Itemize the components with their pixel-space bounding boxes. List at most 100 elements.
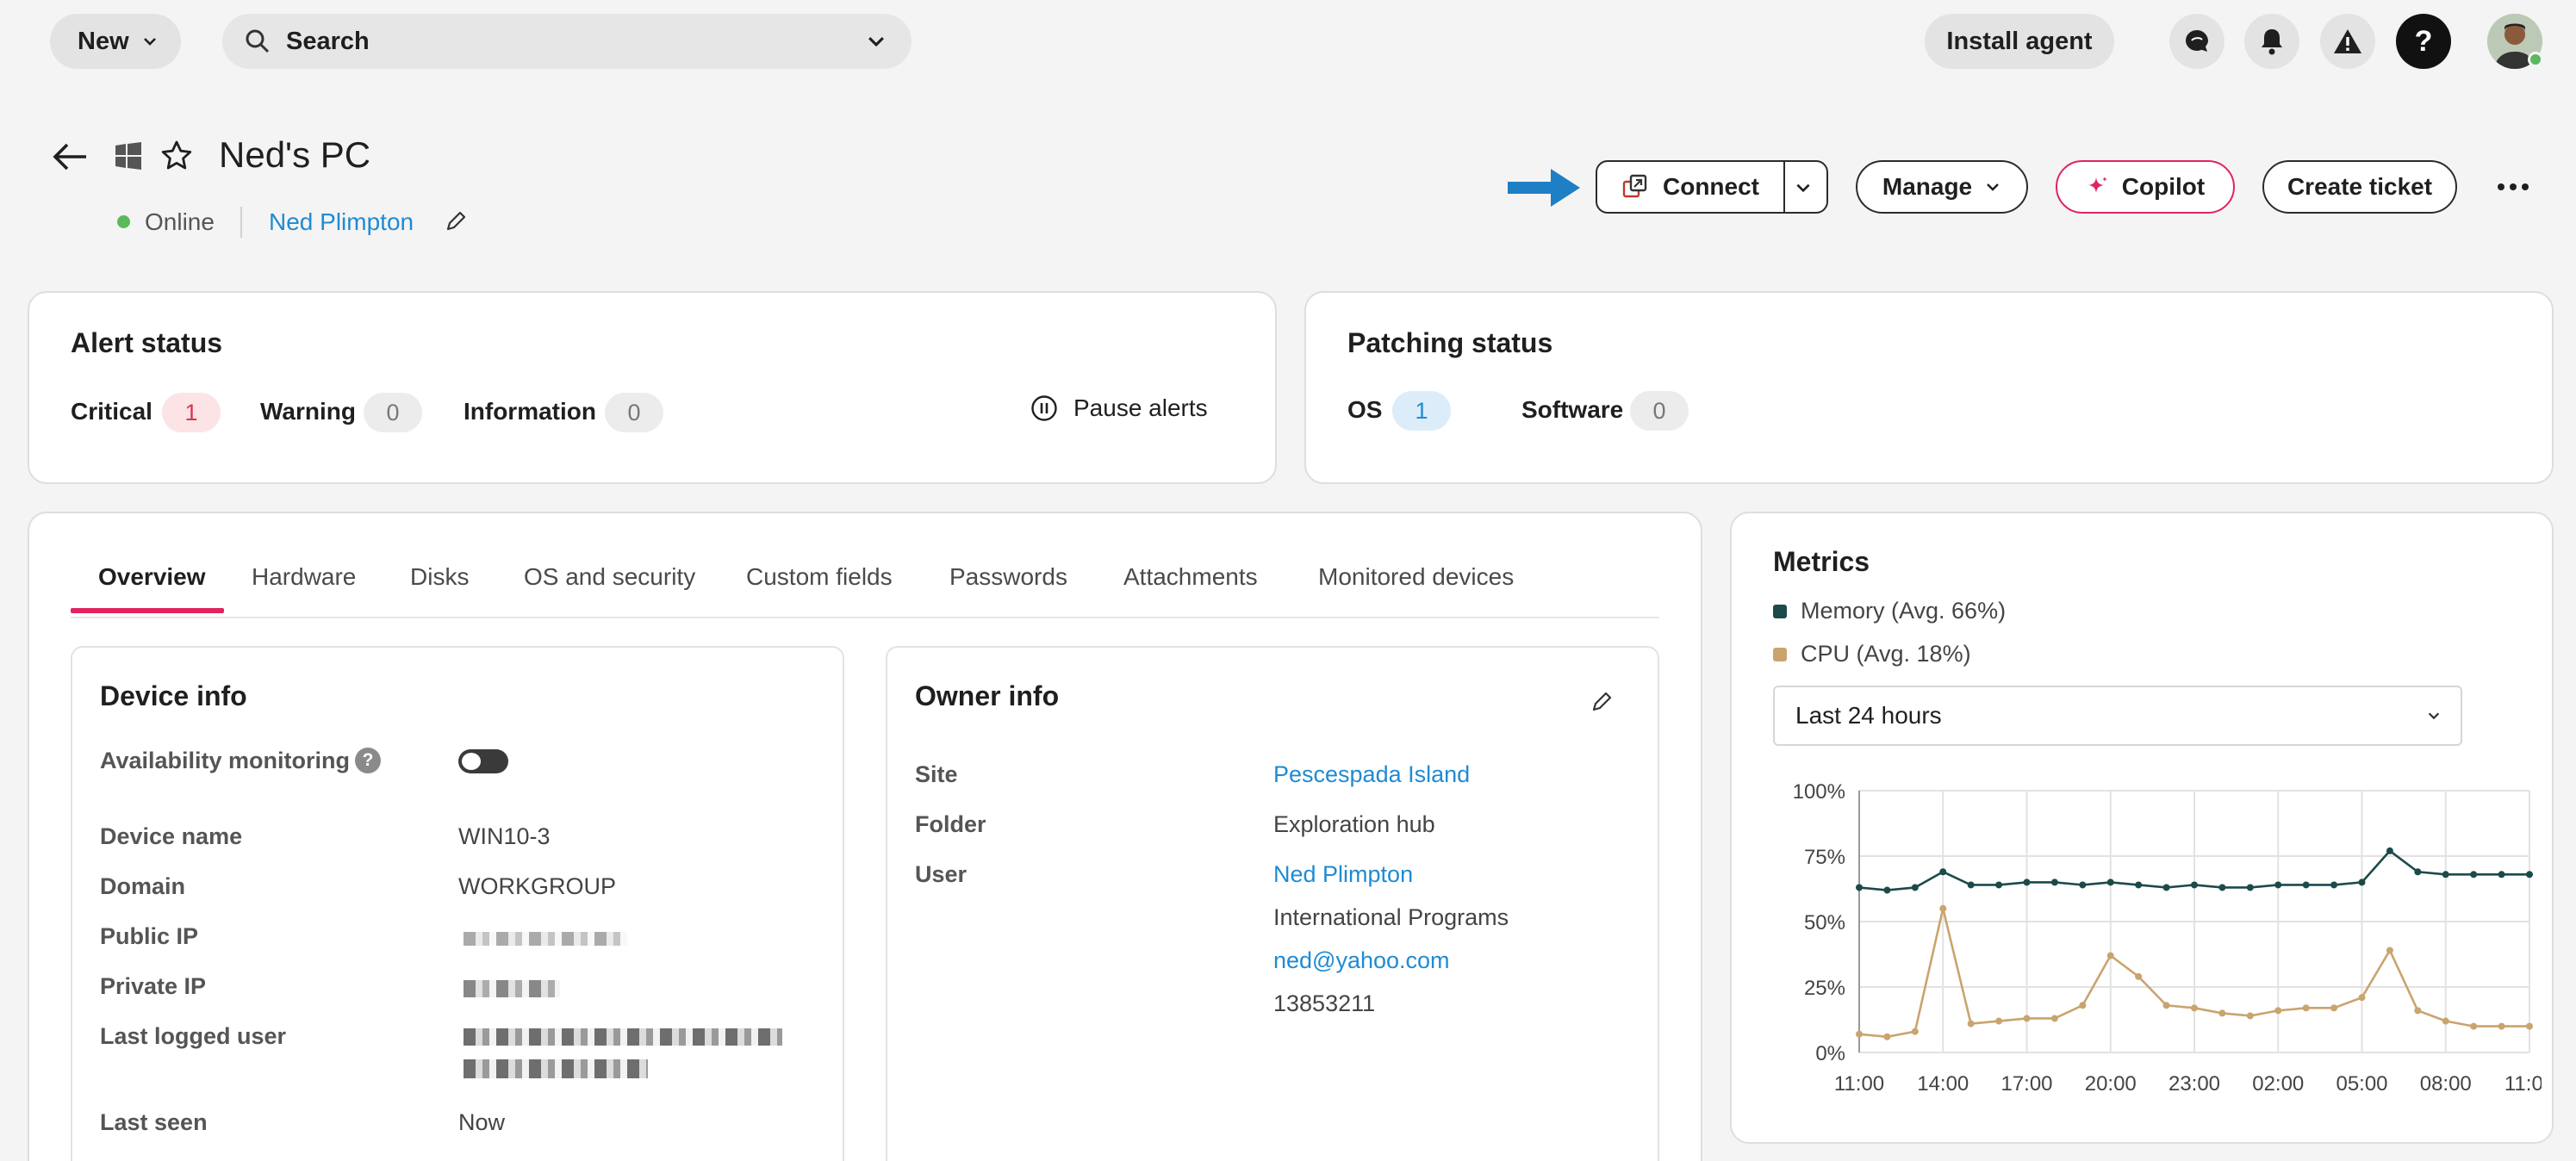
- manage-button[interactable]: Manage: [1856, 160, 2028, 214]
- data-point-cpu: [1856, 1030, 1863, 1038]
- data-point-cpu: [2302, 1004, 2310, 1012]
- pause-icon: [1031, 395, 1057, 421]
- data-point-memory: [1911, 884, 1919, 891]
- data-point-cpu: [2526, 1022, 2533, 1030]
- x-tick-label: 17:00: [2000, 1072, 2052, 1096]
- metrics-card: Metrics Memory (Avg. 66%) CPU (Avg. 18%)…: [1730, 512, 2554, 1144]
- copilot-button[interactable]: Copilot: [2056, 160, 2235, 214]
- online-status-dot: [2528, 52, 2543, 67]
- install-agent-button[interactable]: Install agent: [1925, 14, 2114, 69]
- folder-value: Exploration hub: [1273, 811, 1435, 837]
- y-tick-label: 25%: [1804, 977, 1845, 1000]
- critical-label: Critical: [71, 398, 152, 425]
- create-ticket-label: Create ticket: [2287, 173, 2433, 200]
- help-circle-icon[interactable]: ?: [355, 748, 381, 773]
- connect-split-button[interactable]: Connect: [1596, 160, 1828, 214]
- connect-button[interactable]: Connect: [1597, 162, 1785, 212]
- notifications-button[interactable]: [2244, 14, 2299, 69]
- owner-info-section: Owner info Site Pescespada Island Folder…: [886, 646, 1659, 1161]
- os-label: OS: [1347, 396, 1383, 423]
- data-point-cpu: [2106, 952, 2114, 959]
- data-point-memory: [2246, 884, 2254, 891]
- more-options-icon[interactable]: [2497, 177, 2529, 196]
- cpu-legend: CPU (Avg. 18%): [1773, 641, 1971, 667]
- data-point-memory: [2358, 879, 2366, 886]
- data-point-memory: [2191, 881, 2198, 889]
- data-point-memory: [1967, 881, 1975, 889]
- create-ticket-button[interactable]: Create ticket: [2262, 160, 2457, 214]
- data-point-cpu: [2330, 1004, 2338, 1012]
- connect-label: Connect: [1663, 173, 1759, 200]
- site-label: Site: [915, 761, 958, 787]
- search-icon: [246, 29, 270, 53]
- user-department: International Programs: [1273, 904, 1509, 930]
- search-placeholder: Search: [286, 27, 370, 55]
- remote-connect-icon: [1622, 174, 1647, 198]
- device-name-value: WIN10-3: [458, 823, 551, 849]
- data-point-memory: [2135, 881, 2143, 889]
- chevron-down-icon: [2428, 712, 2440, 720]
- data-point-memory: [2498, 871, 2505, 879]
- data-point-cpu: [2191, 1004, 2198, 1012]
- user-label: User: [915, 861, 968, 887]
- star-icon[interactable]: [160, 140, 193, 172]
- data-point-memory: [2470, 871, 2478, 879]
- tab-overview[interactable]: Overview: [98, 563, 206, 591]
- software-label: Software: [1521, 396, 1624, 423]
- private-ip-value-redacted: [464, 980, 560, 997]
- software-count-badge[interactable]: 0: [1630, 391, 1689, 431]
- data-point-memory: [1883, 886, 1891, 894]
- search-bar[interactable]: Search: [222, 14, 912, 69]
- user-name-link[interactable]: Ned Plimpton: [1273, 861, 1413, 888]
- last-seen-label: Last seen: [100, 1109, 208, 1135]
- back-arrow-icon[interactable]: [52, 141, 88, 172]
- chevron-down-icon[interactable]: [1794, 178, 1813, 197]
- pencil-icon[interactable]: [445, 210, 467, 233]
- data-point-memory: [2330, 881, 2338, 889]
- critical-count-badge[interactable]: 1: [162, 393, 221, 432]
- data-point-memory: [2442, 871, 2449, 879]
- alert-status-card: Alert status Critical 1 Warning 0 Inform…: [28, 291, 1277, 484]
- availability-toggle[interactable]: [458, 749, 508, 773]
- tab-attachments[interactable]: Attachments: [1123, 563, 1258, 591]
- data-point-memory: [2106, 879, 2114, 886]
- data-point-memory: [1939, 868, 1947, 876]
- last-logged-user-label: Last logged user: [100, 1023, 287, 1049]
- tabs-divider: [71, 617, 1659, 618]
- owner-link[interactable]: Ned Plimpton: [269, 208, 414, 236]
- pause-alerts-button[interactable]: Pause alerts: [1030, 394, 1208, 422]
- data-point-cpu: [2414, 1007, 2422, 1015]
- help-button[interactable]: ?: [2396, 14, 2451, 69]
- information-count-badge[interactable]: 0: [605, 393, 663, 432]
- memory-legend-label: Memory (Avg. 66%): [1801, 598, 2007, 624]
- status-dot: [117, 215, 130, 228]
- tab-hardware[interactable]: Hardware: [252, 563, 356, 591]
- warning-count-badge[interactable]: 0: [364, 393, 422, 432]
- x-tick-label: 14:00: [1917, 1072, 1969, 1096]
- data-point-cpu: [2079, 1002, 2087, 1009]
- memory-legend-swatch: [1773, 604, 1787, 618]
- tab-disks[interactable]: Disks: [410, 563, 469, 591]
- new-button[interactable]: New: [50, 14, 181, 69]
- chat-button[interactable]: [2169, 14, 2224, 69]
- site-value-link[interactable]: Pescespada Island: [1273, 761, 1470, 788]
- public-ip-label: Public IP: [100, 923, 199, 949]
- chevron-down-icon[interactable]: [865, 30, 887, 53]
- user-email-link[interactable]: ned@yahoo.com: [1273, 947, 1450, 974]
- time-range-select[interactable]: Last 24 hours: [1773, 686, 2462, 746]
- tab-passwords[interactable]: Passwords: [949, 563, 1067, 591]
- x-tick-label: 02:00: [2252, 1072, 2304, 1096]
- divider: [240, 207, 242, 238]
- pencil-icon[interactable]: [1590, 691, 1613, 713]
- alert-status-title: Alert status: [71, 327, 223, 358]
- cpu-legend-swatch: [1773, 647, 1787, 661]
- chat-icon: [2186, 30, 2208, 52]
- tab-monitored-devices[interactable]: Monitored devices: [1318, 563, 1514, 591]
- patching-status-card: Patching status OS 1 Software 0: [1304, 291, 2554, 484]
- metrics-chart: 0% 25% 50% 75% 100% 11:00 14:00 17:00 20:00 23:00…: [1793, 780, 2542, 1096]
- tab-os-security[interactable]: OS and security: [524, 563, 695, 591]
- alerts-button[interactable]: [2320, 14, 2375, 69]
- tab-custom-fields[interactable]: Custom fields: [746, 563, 893, 591]
- x-tick-label: 05:00: [2336, 1072, 2387, 1096]
- os-count-badge[interactable]: 1: [1392, 391, 1451, 431]
